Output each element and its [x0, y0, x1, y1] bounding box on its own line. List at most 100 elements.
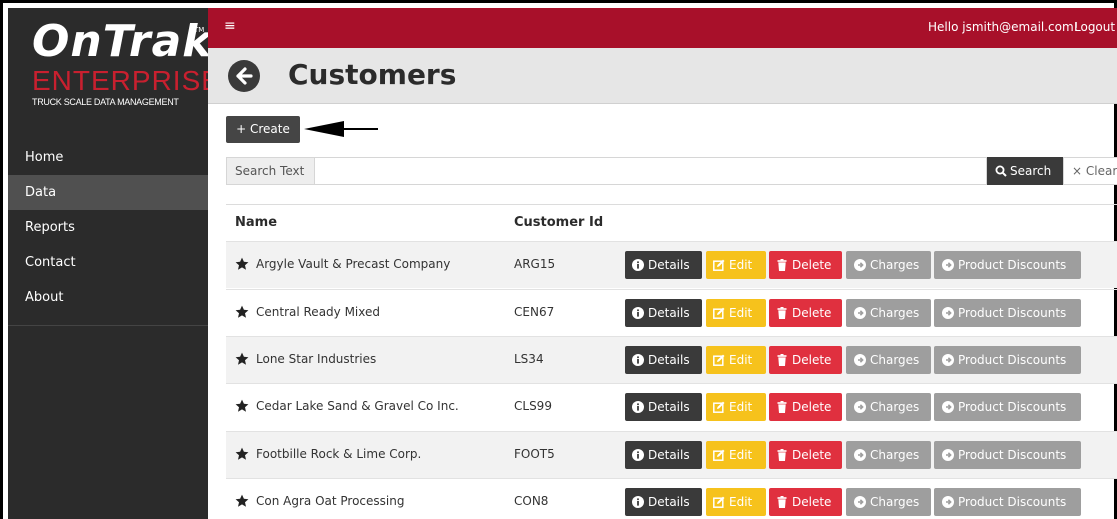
edit-button[interactable]: Edit [706, 441, 766, 469]
delete-button-label: Delete [792, 448, 832, 462]
details-button-label: Details [648, 400, 690, 414]
charges-button[interactable]: Charges [846, 299, 931, 327]
delete-button[interactable]: Delete [769, 251, 842, 279]
charges-button[interactable]: Charges [846, 488, 931, 516]
product-discounts-button-label: Product Discounts [958, 495, 1067, 509]
back-button[interactable] [228, 60, 260, 92]
edit-button[interactable]: Edit [706, 251, 766, 279]
pointer-arrow-annotation [304, 121, 378, 137]
delete-button[interactable]: Delete [769, 393, 842, 421]
delete-button[interactable]: Delete [769, 299, 842, 327]
charges-button[interactable]: Charges [846, 441, 931, 469]
edit-button-label: Edit [729, 495, 753, 509]
customer-id: FOOT5 [514, 447, 555, 461]
info-circle-icon [632, 354, 644, 366]
delete-button-label: Delete [792, 353, 832, 367]
star-icon[interactable] [235, 352, 249, 366]
arrow-right-circle-icon [942, 401, 954, 413]
charges-button[interactable]: Charges [846, 251, 931, 279]
customer-id: ARG15 [514, 257, 556, 271]
arrow-right-circle-icon [854, 496, 866, 508]
sidebar-item-about[interactable]: About [8, 280, 208, 315]
product-discounts-button[interactable]: Product Discounts [934, 488, 1081, 516]
charges-button-label: Charges [870, 306, 920, 320]
details-button-label: Details [648, 448, 690, 462]
charges-button[interactable]: Charges [846, 346, 931, 374]
sidebar-item-reports[interactable]: Reports [8, 210, 208, 245]
customer-name: Central Ready Mixed [256, 305, 380, 319]
info-circle-icon [632, 307, 644, 319]
arrow-right-circle-icon [942, 496, 954, 508]
hamburger-icon[interactable]: ≡ [224, 18, 236, 34]
arrow-right-circle-icon [942, 354, 954, 366]
customer-name: Con Agra Oat Processing [256, 494, 405, 508]
arrow-right-circle-icon [854, 449, 866, 461]
create-button[interactable]: + Create [226, 116, 300, 143]
column-header-customer-id[interactable]: Customer Id [514, 215, 603, 230]
table-row: Cedar Lake Sand & Gravel Co Inc. CLS99 Det… [226, 383, 1117, 430]
logo-tagline: TRUCK SCALE DATA MANAGEMENT [32, 97, 179, 107]
logo-trademark: TM [194, 26, 205, 34]
arrow-left-circle-icon [236, 67, 253, 85]
search-button[interactable]: Search [987, 157, 1063, 185]
product-discounts-button[interactable]: Product Discounts [934, 299, 1081, 327]
product-discounts-button[interactable]: Product Discounts [934, 251, 1081, 279]
trash-icon [777, 496, 787, 508]
sidebar-divider [8, 325, 208, 326]
edit-button[interactable]: Edit [706, 299, 766, 327]
edit-button[interactable]: Edit [706, 393, 766, 421]
edit-button[interactable]: Edit [706, 488, 766, 516]
sidebar-item-data[interactable]: Data [8, 175, 208, 210]
charges-button-label: Charges [870, 400, 920, 414]
customer-id: CLS99 [514, 399, 552, 413]
edit-icon [713, 307, 725, 319]
delete-button-label: Delete [792, 495, 832, 509]
table-row: Central Ready Mixed CEN67 Details Edit Delet… [226, 289, 1117, 336]
search-input[interactable] [315, 157, 987, 185]
star-icon[interactable] [235, 305, 249, 319]
star-icon[interactable] [235, 494, 249, 508]
details-button[interactable]: Details [625, 251, 702, 279]
arrow-right-circle-icon [854, 354, 866, 366]
product-discounts-button[interactable]: Product Discounts [934, 393, 1081, 421]
logout-link[interactable]: Logout [1074, 20, 1115, 34]
delete-button[interactable]: Delete [769, 488, 842, 516]
delete-button[interactable]: Delete [769, 346, 842, 374]
sidebar: OnTrak TM ENTERPRISE TRUCK SCALE DATA MA… [8, 8, 220, 519]
ontrak-logo[interactable]: OnTrak TM ENTERPRISE TRUCK SCALE DATA MA… [8, 8, 220, 130]
table-row: Footbille Rock & Lime Corp. FOOT5 Details E… [226, 431, 1117, 478]
customer-id: CON8 [514, 494, 549, 508]
customer-id: LS34 [514, 352, 544, 366]
details-button[interactable]: Details [625, 488, 702, 516]
star-icon[interactable] [235, 399, 249, 413]
product-discounts-button-label: Product Discounts [958, 353, 1067, 367]
details-button[interactable]: Details [625, 393, 702, 421]
page-title: Customers [288, 58, 457, 91]
customer-name: Footbille Rock & Lime Corp. [256, 447, 422, 461]
charges-button-label: Charges [870, 353, 920, 367]
details-button-label: Details [648, 258, 690, 272]
clear-button[interactable]: × Clear [1063, 157, 1117, 185]
arrow-right-circle-icon [942, 259, 954, 271]
details-button[interactable]: Details [625, 441, 702, 469]
star-icon[interactable] [235, 257, 249, 271]
delete-button[interactable]: Delete [769, 441, 842, 469]
product-discounts-button[interactable]: Product Discounts [934, 346, 1081, 374]
edit-icon [713, 401, 725, 413]
product-discounts-button[interactable]: Product Discounts [934, 441, 1081, 469]
sidebar-item-home[interactable]: Home [8, 140, 208, 175]
info-circle-icon [632, 401, 644, 413]
details-button[interactable]: Details [625, 346, 702, 374]
star-icon[interactable] [235, 447, 249, 461]
customer-id: CEN67 [514, 305, 555, 319]
trash-icon [777, 401, 787, 413]
product-discounts-button-label: Product Discounts [958, 306, 1067, 320]
search-button-label: Search [1010, 164, 1052, 178]
edit-button[interactable]: Edit [706, 346, 766, 374]
sidebar-item-contact[interactable]: Contact [8, 245, 208, 280]
details-button[interactable]: Details [625, 299, 702, 327]
charges-button[interactable]: Charges [846, 393, 931, 421]
column-header-name[interactable]: Name [235, 215, 277, 230]
trash-icon [777, 449, 787, 461]
top-bar: ≡ Hello jsmith@email.com! Logout [208, 8, 1117, 48]
